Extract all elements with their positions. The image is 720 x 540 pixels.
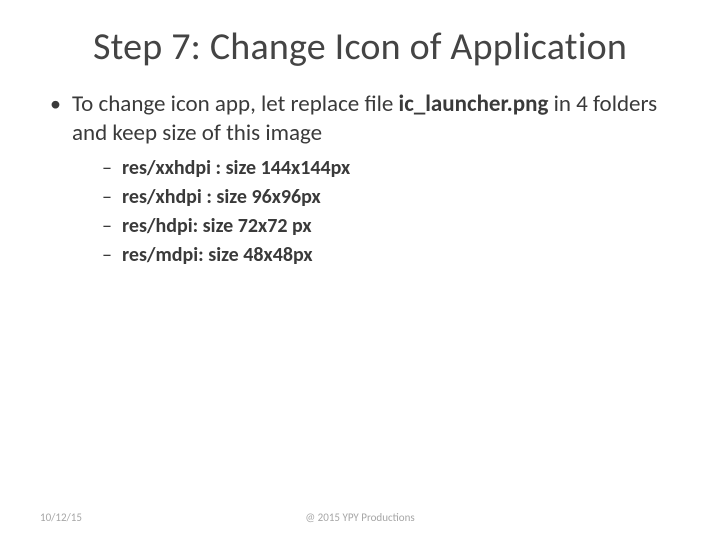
bullet-text-bold: ic_launcher.png <box>399 90 549 118</box>
list-item: res/xxhdpi : size 144x144px <box>100 154 674 183</box>
slide-content: To change icon app, let replace file ic_… <box>0 90 720 270</box>
list-item: res/mdpi: size 48x48px <box>100 241 674 270</box>
footer-copyright: @ 2015 YPY Productions <box>0 511 720 524</box>
bullet-list-level2: res/xxhdpi : size 144x144px res/xhdpi : … <box>72 154 674 270</box>
slide-title: Step 7: Change Icon of Application <box>0 0 720 90</box>
list-item: res/xhdpi : size 96x96px <box>100 183 674 212</box>
slide: Step 7: Change Icon of Application To ch… <box>0 0 720 540</box>
list-item: To change icon app, let replace file ic_… <box>46 90 674 270</box>
bullet-text-prefix: To change icon app, let replace file <box>72 90 399 118</box>
bullet-list-level1: To change icon app, let replace file ic_… <box>46 90 674 270</box>
list-item: res/hdpi: size 72x72 px <box>100 212 674 241</box>
